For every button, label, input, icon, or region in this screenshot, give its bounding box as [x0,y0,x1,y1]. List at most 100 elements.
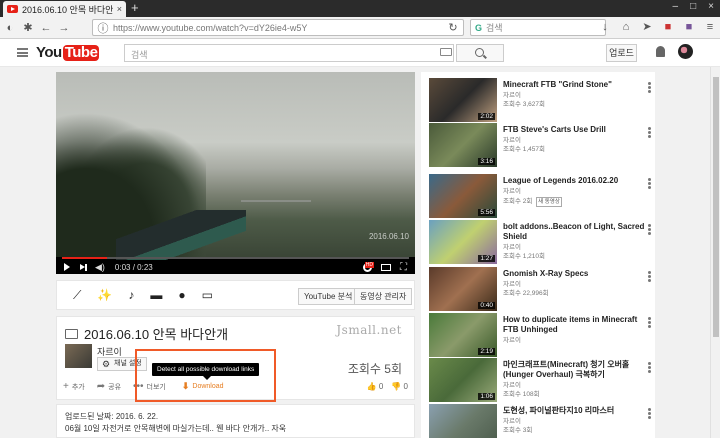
related-video-item[interactable]: 1:27 bolt addons..Beacon of Light, Sacre… [429,220,651,270]
keyboard-icon[interactable] [440,48,452,56]
add-to-button[interactable]: + 추가 [63,381,85,392]
music-note-icon[interactable]: ♪ [128,289,134,301]
info-circle-icon[interactable]: ● [178,289,185,301]
download-tooltip: Detect all possible download links [152,363,260,380]
extension-icon[interactable]: ✱ [22,21,34,34]
channel-settings-button[interactable]: 채널 설정 [97,357,147,371]
related-channel: 자르이 [503,188,521,195]
dislike-button[interactable]: 👎 0 [391,382,408,391]
duration-badge: 3:16 [478,158,495,165]
video-thumbnail[interactable]: 3:16 [429,123,497,167]
guide-menu-icon[interactable] [17,48,28,57]
more-options-icon[interactable] [648,412,651,415]
new-tab-button[interactable]: + [131,1,139,15]
theater-mode-icon[interactable] [381,263,391,271]
related-video-title[interactable]: Minecraft FTB "Grind Stone" [503,80,651,90]
more-options-icon[interactable] [648,366,651,369]
close-window-icon[interactable]: × [708,1,714,12]
minimize-icon[interactable]: – [673,1,679,12]
related-video-item[interactable]: 2:19 How to duplicate items in Minecraft… [429,313,651,363]
url-text[interactable]: https://www.youtube.com/watch?v=dY26ie4-… [113,23,443,33]
cursor-icon[interactable]: ➤ [641,20,653,33]
related-video-title[interactable]: Gnomish X-Ray Specs [503,269,651,279]
scrollbar-thumb[interactable] [713,77,719,337]
shield-icon[interactable]: ■ [662,21,674,33]
home-icon[interactable]: ⌂ [620,21,632,33]
related-video-item[interactable]: 3:16 FTB Steve's Carts Use Drill 자르이 조회수… [429,123,651,173]
video-thumbnail[interactable]: 2:19 [429,313,497,357]
download-arrow-icon: ⬇ [181,381,190,391]
video-thumbnail[interactable]: 1:06 [429,358,497,402]
more-button[interactable]: ••• 더보기 [133,381,166,392]
related-video-title[interactable]: 마인크래프트(Minecraft) 청기 오버홀 (Hunger Overhau… [503,360,651,380]
browser-nav-bar: ◐ ✱ ← → ⓘ https://www.youtube.com/watch?… [0,17,720,39]
notification-badge-icon[interactable]: ■ [683,21,695,33]
creator-edit-bar: ⟋ ✨ ♪ ▬ ● ▭ YouTube 분석 동영상 관리자 [56,280,415,310]
video-thumbnail[interactable]: 1:27 [429,220,497,264]
downloads-icon[interactable]: ↓ [599,21,611,33]
video-player[interactable]: 2016.06.10 ◀) 0:03 / 0:23 HD ⛶ [56,72,415,274]
browser-tab[interactable]: 2016.06.10 안목 바다안개 × [3,1,126,17]
forward-arrow-icon[interactable]: → [58,22,70,34]
related-video-item[interactable]: 도현성, 파이널판타지10 리마스터 자르이 조회수 3회 [429,404,651,438]
related-video-item[interactable]: 1:06 마인크래프트(Minecraft) 청기 오버홀 (Hunger Ov… [429,358,651,408]
duration-badge: 2:02 [478,113,495,120]
sparkle-wand-icon[interactable]: ✨ [97,289,112,301]
youtube-logo[interactable]: You Tube [36,44,100,61]
caption-icon[interactable]: ▭ [202,289,213,301]
video-frame[interactable]: 2016.06.10 [56,72,415,260]
more-options-icon[interactable] [648,321,651,324]
settings-gear-icon[interactable]: HD [363,261,374,272]
related-video-title[interactable]: How to duplicate items in Minecraft FTB … [503,315,651,335]
video-thumbnail[interactable]: 5:56 [429,174,497,218]
page-scrollbar[interactable] [710,67,720,438]
more-label: 더보기 [146,383,166,391]
next-icon[interactable] [80,263,87,271]
related-video-item[interactable]: 5:56 League of Legends 2016.02.20 자르이 조회… [429,174,651,224]
related-video-title[interactable]: League of Legends 2016.02.20 [503,176,651,186]
volume-icon[interactable]: ◀) [95,262,105,273]
youtube-search-input[interactable]: 검색 [124,44,454,62]
like-button[interactable]: 👍 0 [367,382,384,391]
related-video-title[interactable]: bolt addons..Beacon of Light, Sacred Shi… [503,222,651,242]
upload-button[interactable]: 업로드 [606,44,637,62]
info-icon[interactable]: ⓘ [97,20,109,36]
reload-icon[interactable]: ↻ [447,21,459,34]
play-icon[interactable] [64,263,70,271]
video-thumbnail[interactable]: 2:02 [429,78,497,122]
related-video-item[interactable]: 0:40 Gnomish X-Ray Specs 자르이 조회수 22,996회 [429,267,651,317]
video-manager-button[interactable]: 동영상 관리자 [354,288,413,305]
wand-icon[interactable]: ⟋ [73,289,81,301]
back-arrow-icon[interactable]: ← [40,22,52,34]
hamburger-menu-icon[interactable]: ≡ [704,21,716,33]
browser-menu-icon[interactable]: ◐ [4,22,16,34]
tab-close-icon[interactable]: × [117,4,122,14]
more-options-icon[interactable] [648,182,651,185]
video-thumbnail[interactable] [429,404,497,438]
more-options-icon[interactable] [648,275,651,278]
related-video-title[interactable]: 도현성, 파이널판타지10 리마스터 [503,406,651,416]
more-options-icon[interactable] [648,86,651,89]
related-video-item[interactable]: 2:02 Minecraft FTB "Grind Stone" 자르이 조회수… [429,78,651,128]
fullscreen-icon[interactable]: ⛶ [400,262,407,273]
analytics-button[interactable]: YouTube 분석 [298,288,359,305]
browser-search-input[interactable]: 검색 [486,21,601,34]
search-button[interactable] [456,44,504,62]
account-avatar[interactable] [678,44,693,59]
url-bar[interactable]: ⓘ https://www.youtube.com/watch?v=dY26ie… [92,19,464,36]
notification-bell-icon[interactable] [656,46,665,57]
browser-search-bar[interactable]: G 검색 [470,19,606,36]
video-thumbnail[interactable]: 0:40 [429,267,497,311]
related-channel: 자르이 [503,244,521,251]
hd-badge: HD [364,261,374,268]
download-button[interactable]: ⬇ Download [182,381,224,392]
channel-avatar[interactable] [65,344,92,368]
progress-bar[interactable] [62,257,409,259]
more-options-icon[interactable] [648,131,651,134]
related-video-title[interactable]: FTB Steve's Carts Use Drill [503,125,651,135]
speech-bubble-icon[interactable]: ▬ [150,289,162,301]
more-options-icon[interactable] [648,228,651,231]
maximize-icon[interactable]: □ [690,1,696,12]
like-dislike: 👍 0 👎 0 [367,382,408,391]
share-button[interactable]: ➦ 공유 [97,381,121,392]
